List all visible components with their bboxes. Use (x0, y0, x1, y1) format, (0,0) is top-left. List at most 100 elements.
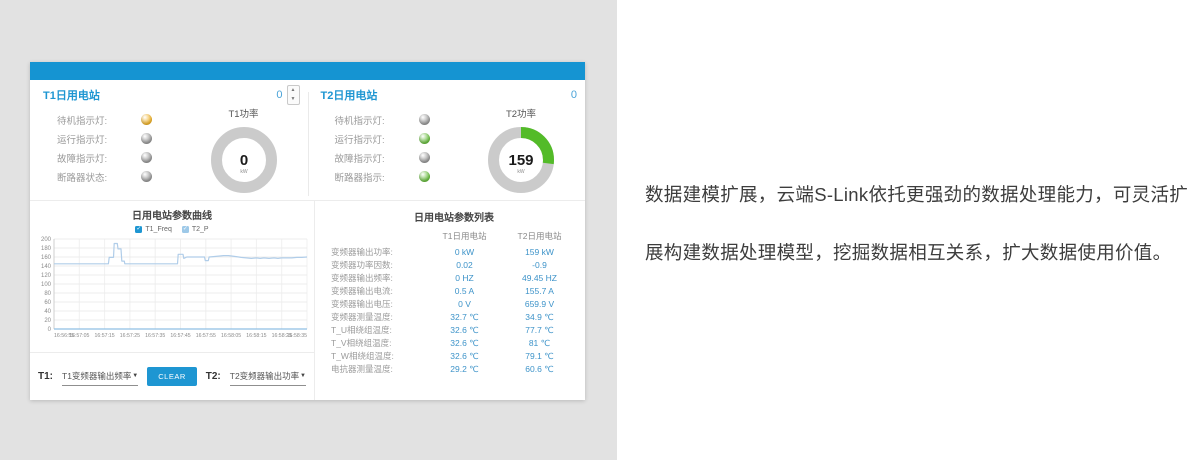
controls-row: T1: T1变频器输出频率 ▼ CLEAR T2: T2变频器输出功率 ▼ (30, 352, 314, 400)
corner-value-t2: 0 (571, 89, 577, 101)
indicator-light (141, 152, 152, 163)
indicator-label: 断路器指示: (335, 170, 407, 184)
indicator-label: 运行指示灯: (57, 132, 129, 146)
table-cell-t1: 0 HZ (427, 272, 502, 285)
table-cell-t2: 77.7 ℃ (502, 324, 577, 337)
table-cell-t1: 32.6 ℃ (427, 337, 502, 350)
svg-text:0: 0 (239, 152, 247, 169)
indicator-light (419, 171, 430, 182)
svg-text:100: 100 (41, 282, 52, 288)
legend-item-t1_freq[interactable]: ✓T1_Freq (135, 226, 171, 233)
table-corner-cell (331, 230, 427, 246)
power-gauge-t1: 0kW (205, 121, 283, 199)
indicator-row: 待机指示灯: (57, 110, 152, 129)
table-cell-t1: 29.2 ℃ (427, 363, 502, 376)
corner-controls-t1: 0 ▲ ▼ (276, 85, 299, 105)
table-row-label: T_U相绕组温度: (331, 324, 427, 337)
svg-text:16:57:15: 16:57:15 (94, 333, 114, 339)
caret-down-icon: ▼ (300, 373, 306, 379)
svg-text:40: 40 (44, 309, 51, 315)
indicator-light (419, 114, 430, 125)
parameter-table: T1日用电站 T2日用电站 变频器输出功率:0 kW159 kW变频器功率因数:… (331, 230, 577, 376)
page: T1日用电站 0 ▲ ▼ 待机指示灯: 运行指示灯: 故障指示灯: 断路器状态: T1… (0, 0, 1200, 460)
station-panel-t1: T1日用电站 0 ▲ ▼ 待机指示灯: 运行指示灯: 故障指示灯: 断路器状态: T1… (30, 80, 308, 200)
table-cell-t1: 0 V (427, 298, 502, 311)
legend-item-t2_p[interactable]: ✓T2_P (182, 226, 209, 233)
table-cell-t1: 32.6 ℃ (427, 350, 502, 363)
indicator-label: 断路器状态: (57, 170, 129, 184)
bottom-row: 日用电站参数曲线 ✓T1_Freq✓T2_P 16:56:5516:57:051… (30, 200, 585, 400)
station-title-t1: T1日用电站 (43, 87, 100, 103)
svg-text:0: 0 (48, 327, 52, 333)
table-row-label: T_V相绕组温度: (331, 337, 427, 350)
indicator-label: 故障指示灯: (335, 151, 407, 165)
svg-text:16:57:45: 16:57:45 (170, 333, 190, 339)
indicator-light (141, 133, 152, 144)
legend-checkbox-icon: ✓ (135, 226, 142, 233)
spinner-up-icon[interactable]: ▲ (288, 86, 299, 95)
chart-legend: ✓T1_Freq✓T2_P (30, 225, 314, 234)
panel-body-t2: 待机指示灯: 运行指示灯: 故障指示灯: 断路器指示: T2功率 159kW (321, 106, 578, 204)
table-cell-t2: 79.1 ℃ (502, 350, 577, 363)
svg-text:16:57:35: 16:57:35 (145, 333, 165, 339)
indicator-light (141, 114, 152, 125)
svg-text:120: 120 (41, 273, 52, 279)
table-row-label: 变频器功率因数: (331, 259, 427, 272)
clear-button[interactable]: CLEAR (147, 367, 197, 386)
table-cell-t2: 159 kW (502, 246, 577, 259)
indicator-list-t2: 待机指示灯: 运行指示灯: 故障指示灯: 断路器指示: (335, 110, 430, 204)
svg-text:160: 160 (41, 255, 52, 261)
legend-label: T2_P (192, 226, 209, 233)
gauge-title-t2: T2功率 (477, 106, 565, 120)
dashboard-header-bar (30, 62, 585, 80)
table-cell-t1: 0.02 (427, 259, 502, 272)
legend-checkbox-icon: ✓ (182, 226, 189, 233)
table-cell-t2: 34.9 ℃ (502, 311, 577, 324)
description-line: 数据建模扩展，云端S-Link依托更强劲的数据处理能力，可灵活扩 (645, 166, 1175, 224)
svg-text:200: 200 (41, 237, 52, 243)
svg-text:140: 140 (41, 264, 52, 270)
spinner-down-icon[interactable]: ▼ (288, 95, 299, 104)
t2-select-value: T2变频器输出功率 (230, 370, 299, 382)
table-cell-t2: 81 ℃ (502, 337, 577, 350)
svg-text:16:57:25: 16:57:25 (120, 333, 140, 339)
table-cell-t2: -0.9 (502, 259, 577, 272)
indicator-row: 运行指示灯: (335, 129, 430, 148)
panel-body-t1: 待机指示灯:运行指示灯:故障指示灯:断路器状态: T1功率 0kW (43, 106, 300, 204)
number-spinner[interactable]: ▲ ▼ (287, 85, 300, 105)
indicator-row: 待机指示灯: (335, 110, 430, 129)
chart-column: 日用电站参数曲线 ✓T1_Freq✓T2_P 16:56:5516:57:051… (30, 201, 315, 400)
caret-down-icon: ▼ (132, 373, 138, 379)
svg-text:16:58:05: 16:58:05 (221, 333, 241, 339)
t2-parameter-select[interactable]: T2变频器输出功率 ▼ (230, 368, 306, 386)
corner-value-t1: 0 (276, 89, 282, 101)
table-header-t1: T1日用电站 (427, 230, 502, 246)
dashboard-card: T1日用电站 0 ▲ ▼ 待机指示灯: 运行指示灯: 故障指示灯: 断路器状态: T1… (30, 62, 585, 400)
t1-select-label: T1: (38, 371, 53, 382)
table-cell-t2: 49.45 HZ (502, 272, 577, 285)
svg-text:16:57:55: 16:57:55 (196, 333, 216, 339)
svg-text:16:58:35: 16:58:35 (287, 333, 307, 339)
svg-text:180: 180 (41, 246, 52, 252)
marketing-description: 数据建模扩展，云端S-Link依托更强劲的数据处理能力，可灵活扩 展构建数据处理… (645, 166, 1175, 282)
svg-text:159: 159 (508, 152, 533, 169)
table-cell-t1: 0.5 A (427, 285, 502, 298)
chart-section: 日用电站参数曲线 ✓T1_Freq✓T2_P 16:56:5516:57:051… (30, 201, 314, 352)
table-title: 日用电站参数列表 (331, 209, 577, 224)
table-row-label: 变频器测量温度: (331, 311, 427, 324)
indicator-label: 故障指示灯: (57, 151, 129, 165)
svg-text:kW: kW (517, 169, 525, 175)
corner-controls-t2: 0 (571, 89, 577, 101)
svg-text:16:57:05: 16:57:05 (69, 333, 89, 339)
station-title-t2: T2日用电站 (321, 87, 378, 103)
indicator-row: 故障指示灯: (335, 148, 430, 167)
indicator-light (141, 171, 152, 182)
parameter-line-chart: 16:56:5516:57:0516:57:1516:57:2516:57:35… (30, 234, 313, 352)
indicator-label: 待机指示灯: (335, 113, 407, 127)
panel-head-t1: T1日用电站 0 ▲ ▼ (43, 87, 300, 103)
table-row-label: T_W相绕组温度: (331, 350, 427, 363)
svg-text:16:58:15: 16:58:15 (246, 333, 266, 339)
t1-parameter-select[interactable]: T1变频器输出频率 ▼ (62, 368, 138, 386)
indicator-light (419, 152, 430, 163)
svg-text:20: 20 (44, 318, 51, 324)
